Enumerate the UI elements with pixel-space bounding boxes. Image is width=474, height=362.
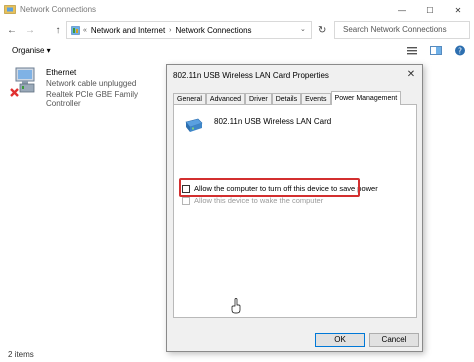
address-bar[interactable]: « Network and Internet › Network Connect… (66, 21, 312, 39)
breadcrumb-network-connections[interactable]: Network Connections (176, 26, 252, 35)
command-bar (0, 42, 474, 60)
up-arrow-icon[interactable]: ↑ (52, 24, 64, 38)
properties-dialog: 802.11n USB Wireless LAN Card Properties… (166, 64, 423, 352)
refresh-icon[interactable]: ↻ (318, 25, 326, 36)
wireless-adapter-icon (185, 118, 203, 132)
list-item-ethernet[interactable]: Ethernet Network cable unplugged Realtek… (10, 64, 170, 108)
explorer-window: Network Connections — ☐ ✕ ← → ↑ « Networ… (0, 0, 474, 362)
control-panel-icon (71, 25, 80, 35)
breadcrumb-network-and-internet[interactable]: Network and Internet (91, 26, 165, 35)
svg-text:?: ? (458, 46, 462, 55)
power-management-panel: 802.11n USB Wireless LAN Card Allow the … (173, 104, 417, 318)
breadcrumb-separator[interactable]: › (169, 27, 171, 34)
organise-menu-button[interactable]: Organise ▾ (12, 46, 51, 55)
tab-power-management[interactable]: Power Management (330, 91, 402, 105)
help-icon[interactable]: ? (454, 45, 466, 56)
dialog-title: 802.11n USB Wireless LAN Card Properties (173, 71, 329, 80)
connection-device: Realtek PCIe GBE Family Controller (46, 90, 139, 108)
minimize-button[interactable]: — (388, 0, 416, 20)
cancel-button[interactable]: Cancel (369, 333, 419, 347)
network-folder-icon (4, 5, 16, 14)
item-count: 2 items (8, 350, 34, 359)
connection-status: Network cable unplugged (46, 79, 137, 88)
mouse-cursor-icon (231, 298, 241, 314)
allow-wake-label[interactable]: Allow this device to wake the computer (194, 196, 323, 205)
checkbox-box[interactable] (182, 196, 190, 205)
connection-name: Ethernet (46, 68, 77, 77)
ethernet-adapter-icon (10, 67, 35, 97)
breadcrumb-overflow[interactable]: « (83, 27, 87, 34)
dialog-close-button[interactable]: ✕ (403, 68, 419, 82)
title-bar: Network Connections — ☐ ✕ (0, 0, 474, 20)
search-input[interactable]: Search Network Connections (334, 21, 470, 39)
window-title: Network Connections (20, 5, 97, 14)
view-options-icon[interactable] (406, 45, 418, 56)
device-name: 802.11n USB Wireless LAN Card (214, 117, 332, 126)
back-arrow-icon[interactable]: ← (6, 24, 18, 38)
ok-button[interactable]: OK (315, 333, 365, 347)
close-window-button[interactable]: ✕ (444, 0, 472, 20)
allow-wake-checkbox[interactable]: Allow this device to wake the computer (182, 196, 323, 205)
preview-pane-icon[interactable] (430, 45, 442, 56)
address-dropdown-icon[interactable]: ⌄ (300, 25, 306, 33)
maximize-button[interactable]: ☐ (416, 0, 444, 20)
dialog-tabs: General Advanced Driver Details Events P… (173, 91, 402, 105)
forward-arrow-icon[interactable]: → (24, 24, 36, 38)
highlight-annotation (179, 178, 360, 197)
